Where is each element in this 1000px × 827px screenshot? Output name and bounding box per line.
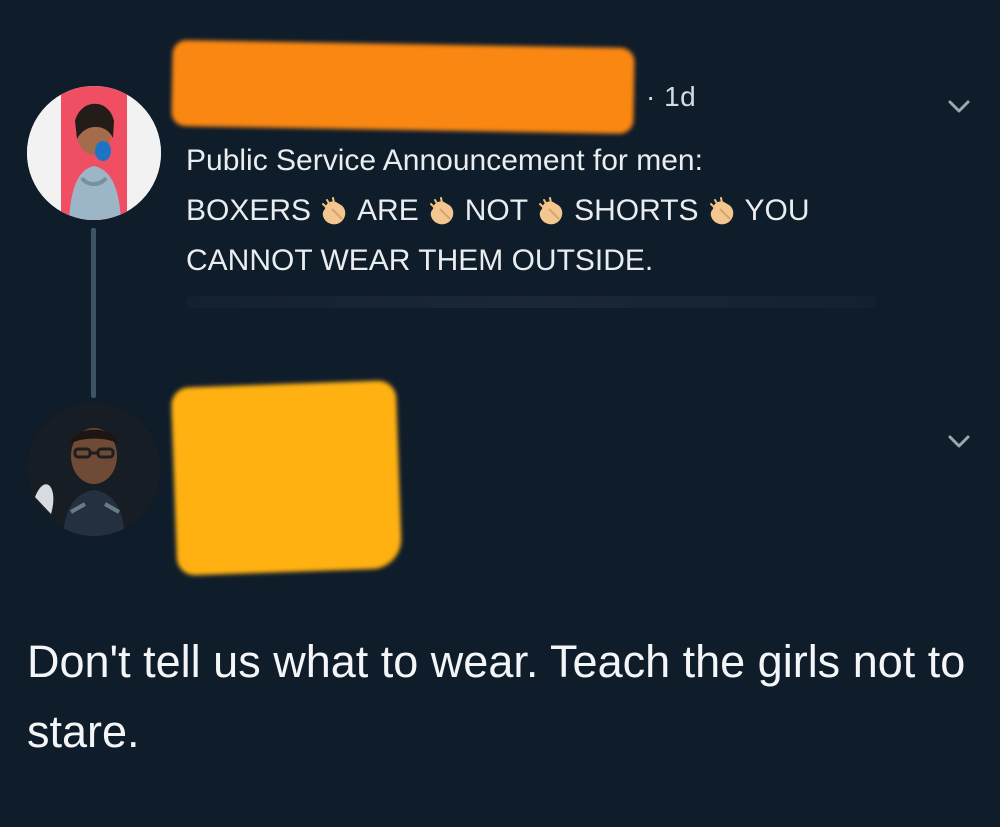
post-word-shorts: SHORTS [574, 194, 699, 227]
post-line-3: CANNOT WEAR THEM OUTSIDE. [186, 244, 654, 277]
reply-menu-chevron-down-icon[interactable] [942, 424, 976, 458]
post-line-1: Public Service Announcement for men: [186, 144, 703, 177]
post-author-name-redaction [171, 39, 635, 135]
post-body: Public Service Announcement for men: BOX… [186, 136, 976, 286]
post-menu-chevron-down-icon[interactable] [942, 89, 976, 123]
clapping-hands-icon [705, 194, 739, 228]
reply-author-name-redaction [170, 380, 403, 576]
post-word-boxers: BOXERS [186, 194, 312, 227]
clapping-hands-icon [425, 194, 459, 228]
post-word-are: ARE [357, 194, 419, 227]
clapping-hands-icon [534, 194, 568, 228]
clapping-hands-icon [317, 194, 351, 228]
faint-action-row [186, 296, 876, 308]
post-line-2: BOXERS ARE NOT SHORTS YOU [186, 186, 976, 236]
post-word-not: NOT [464, 194, 529, 227]
post-word-you: YOU [744, 194, 810, 227]
avatar-photo [27, 402, 161, 536]
reply-author-avatar[interactable] [27, 402, 161, 536]
avatar-photo [27, 86, 161, 220]
post-author-avatar[interactable] [27, 86, 161, 220]
reply-body: Don't tell us what to wear. Teach the gi… [27, 636, 966, 757]
post-time: · 1d [646, 81, 697, 112]
thread-line [91, 228, 96, 398]
